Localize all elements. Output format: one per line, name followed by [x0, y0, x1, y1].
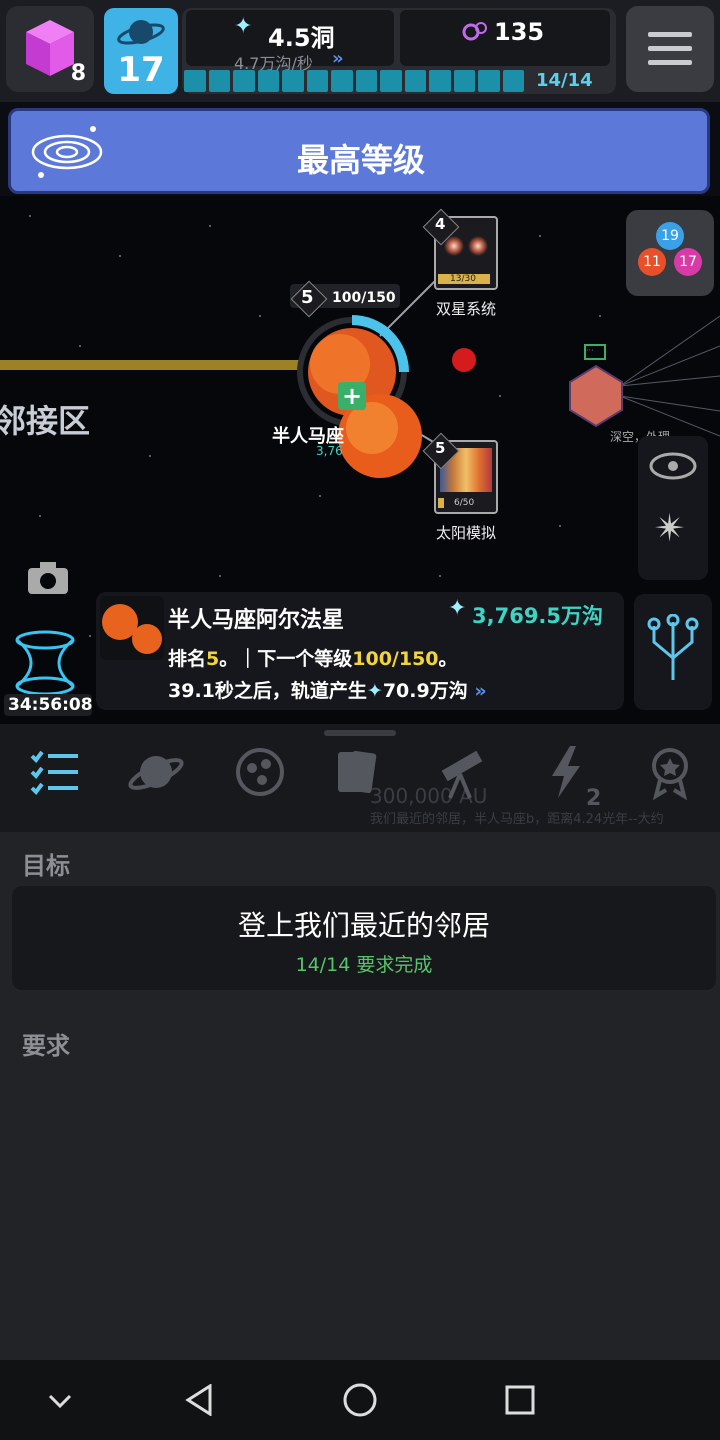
- orbit-sparkle-icon: ✦: [366, 680, 383, 702]
- telescope-tab-icon: [441, 750, 483, 799]
- side-tools: ✴: [638, 436, 708, 580]
- tab-list[interactable]: [24, 742, 84, 802]
- menu-button[interactable]: [626, 6, 714, 92]
- rank-prefix: 排名: [168, 648, 207, 670]
- orbs-box[interactable]: 135: [400, 10, 610, 66]
- star-value: 3,769.5万沟: [472, 604, 604, 628]
- node-binary-progress: 13/30: [450, 274, 476, 284]
- star-sparkle-icon[interactable]: ✴: [654, 506, 686, 550]
- cluster-tab-icon: [236, 748, 284, 796]
- star-thumbnail: [100, 596, 164, 660]
- sparkle-icon: ✦: [234, 14, 253, 39]
- zone-label: 邻接区: [0, 402, 91, 440]
- level-number: 17: [117, 50, 165, 90]
- timer-text: 34:56:08: [8, 695, 93, 715]
- tab-planet[interactable]: [126, 742, 186, 802]
- ghost-text: 我们最近的邻居，半人马座b，距离4.24光年--大约: [370, 812, 664, 827]
- cluster-button[interactable]: 19 11 17: [626, 210, 714, 296]
- menu-icon-line: [648, 46, 692, 51]
- rank-number: 5: [206, 648, 220, 670]
- orbit-value: 70.9万沟: [382, 680, 468, 702]
- orb-cluster-icon: [462, 22, 487, 41]
- cube-icon: [26, 20, 74, 76]
- orbit-line: 39.1秒之后，轨道产生✦70.9万沟 »: [168, 676, 487, 703]
- add-button[interactable]: +: [338, 382, 366, 410]
- tab-lightning[interactable]: 2: [536, 742, 601, 811]
- orbs-value: 135: [494, 18, 545, 46]
- star-name: 半人马座阿尔法星: [168, 608, 345, 633]
- goal-section-label: 目标: [22, 852, 70, 880]
- tab-telescope[interactable]: [432, 742, 492, 802]
- requirements-section-label: 要求: [22, 1032, 70, 1060]
- planet-tab-icon: [128, 756, 184, 790]
- node-binary-label: 双星系统: [436, 300, 497, 318]
- list-icon: [30, 750, 78, 796]
- cube-button[interactable]: 8: [6, 6, 94, 92]
- main-star-progress: 100/150: [332, 290, 396, 306]
- wormhole-icon[interactable]: [10, 628, 80, 698]
- chevron-down-icon[interactable]: [44, 1384, 76, 1416]
- cube-count: 8: [70, 61, 86, 86]
- tree-button[interactable]: [634, 594, 712, 710]
- energy-box[interactable]: ✦ 4.5洞 4.7万沟/秒 »: [186, 10, 394, 73]
- level-badge[interactable]: 17: [104, 8, 178, 94]
- menu-icon-line: [648, 60, 692, 65]
- level-progress-bar: [184, 70, 524, 92]
- lightning-count: 2: [586, 786, 602, 811]
- goal-title: 登上我们最近的邻居: [237, 909, 490, 942]
- energy-value: 4.5洞: [268, 24, 335, 52]
- planet-icon: [117, 20, 165, 45]
- goal-card[interactable]: 登上我们最近的邻居 14/14 要求完成: [12, 886, 716, 990]
- max-level-banner[interactable]: 最高等级: [8, 108, 710, 194]
- node-solar-progress: 6/50: [454, 498, 475, 508]
- value-sparkle-icon: ✦: [448, 596, 467, 621]
- main-star-rank: 5: [301, 287, 314, 308]
- node-binary-rank: 4: [435, 215, 446, 233]
- orbit-prefix: 39.1秒之后，轨道产生: [168, 680, 367, 702]
- badge-tab-icon: [652, 748, 688, 801]
- menu-icon: [648, 32, 692, 37]
- goal-status: 14/14 要求完成: [295, 954, 433, 976]
- system-nav-bar: [0, 1360, 720, 1440]
- chat-icon: ···: [584, 344, 606, 360]
- tab-cards[interactable]: [330, 742, 390, 802]
- cluster-number-orange: 11: [638, 248, 666, 276]
- next-level-progress: 100/150: [352, 648, 439, 670]
- tab-badge[interactable]: [640, 742, 700, 802]
- next-level-prefix: 。｜下一个等级: [219, 648, 353, 670]
- star-info-panel[interactable]: 半人马座阿尔法星 ✦ 3,769.5万沟 排名5。｜下一个等级100/150。 …: [96, 592, 624, 710]
- tab-cluster[interactable]: [230, 742, 290, 802]
- tree-icon: [647, 614, 699, 680]
- back-icon[interactable]: [184, 1384, 216, 1416]
- cluster-number-pink: 17: [674, 248, 702, 276]
- orbit-chevron-icon: »: [474, 680, 487, 702]
- cards-tab-icon: [338, 750, 377, 794]
- recents-icon[interactable]: [504, 1384, 536, 1416]
- cluster-number-blue: 19: [656, 222, 684, 250]
- drag-handle[interactable]: [324, 730, 396, 736]
- level-progress-text: 14/14: [536, 70, 593, 91]
- home-icon[interactable]: [342, 1382, 378, 1418]
- star-thumb-b: [132, 624, 162, 654]
- next-level-suffix: 。: [438, 648, 458, 670]
- node-solar-rank: 5: [435, 439, 446, 457]
- double-chevron-icon: »: [332, 48, 344, 69]
- main-star-value: 3,76: [316, 444, 343, 458]
- node-solar-label: 太阳模拟: [436, 524, 497, 542]
- node-solar-progress-fill: [438, 498, 444, 508]
- timer-box: 34:56:08: [4, 694, 93, 716]
- banner-title: 最高等级: [296, 141, 425, 179]
- camera-icon[interactable]: [26, 560, 70, 596]
- orbit-view-icon[interactable]: [648, 448, 698, 484]
- star-rank-line: 排名5。｜下一个等级100/150。: [168, 644, 458, 671]
